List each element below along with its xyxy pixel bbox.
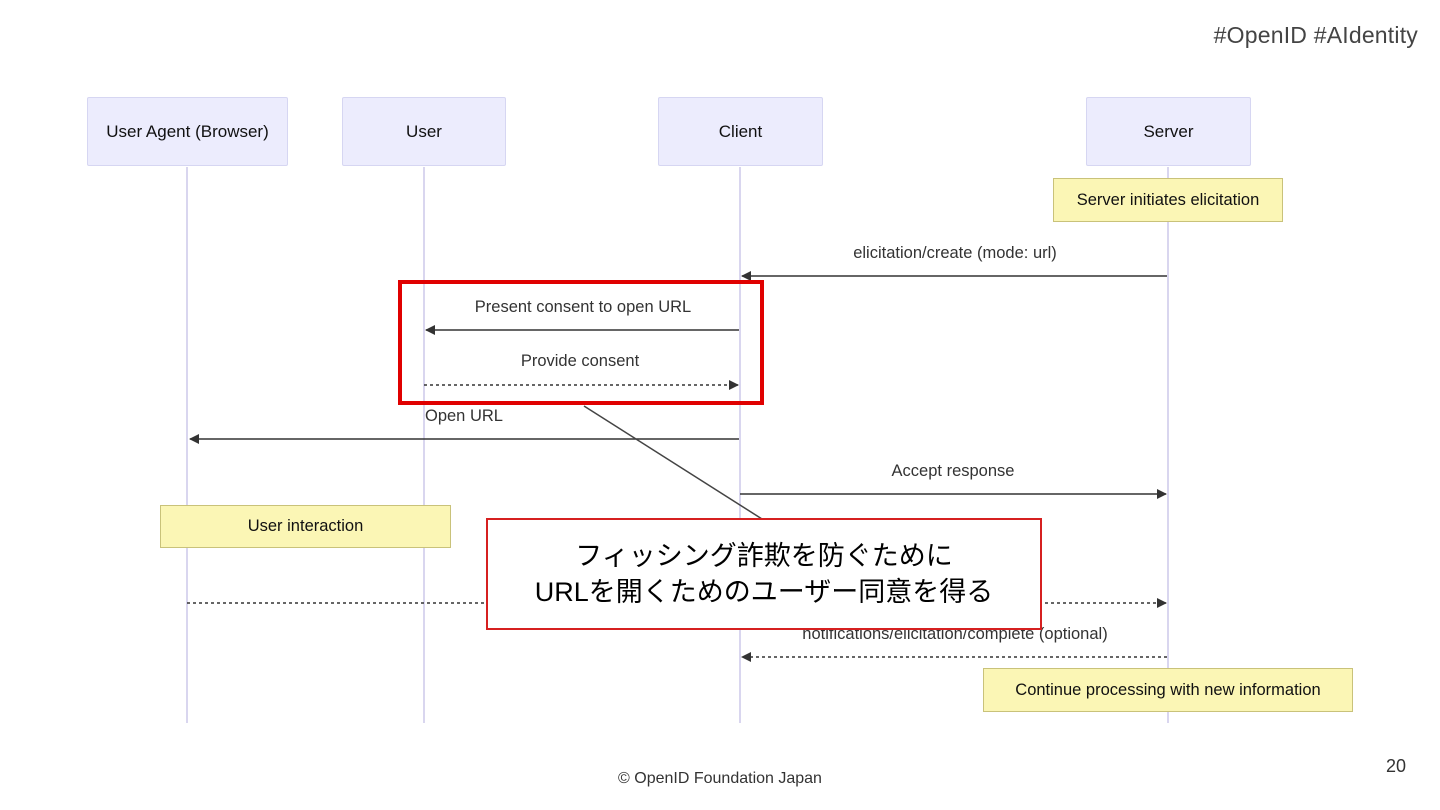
callout-pointer xyxy=(583,405,763,520)
consent-highlight-box xyxy=(398,280,764,405)
note-continue: Continue processing with new information xyxy=(983,668,1353,712)
callout-line-1: フィッシング詐欺を防ぐために xyxy=(575,541,953,571)
note-user-interaction: User interaction xyxy=(160,505,451,548)
callout-box: フィッシング詐欺を防ぐために URLを開くためのユーザー同意を得る xyxy=(486,518,1042,630)
label-create: elicitation/create (mode: url) xyxy=(853,244,1057,262)
callout-line-2: URLを開くためのユーザー同意を得る xyxy=(534,577,994,607)
footer-copyright: © OpenID Foundation Japan xyxy=(618,770,822,787)
label-open-url: Open URL xyxy=(425,407,503,425)
note-server-init: Server initiates elicitation xyxy=(1053,178,1283,222)
label-accept: Accept response xyxy=(891,462,1015,480)
page-number: 20 xyxy=(1385,756,1406,776)
